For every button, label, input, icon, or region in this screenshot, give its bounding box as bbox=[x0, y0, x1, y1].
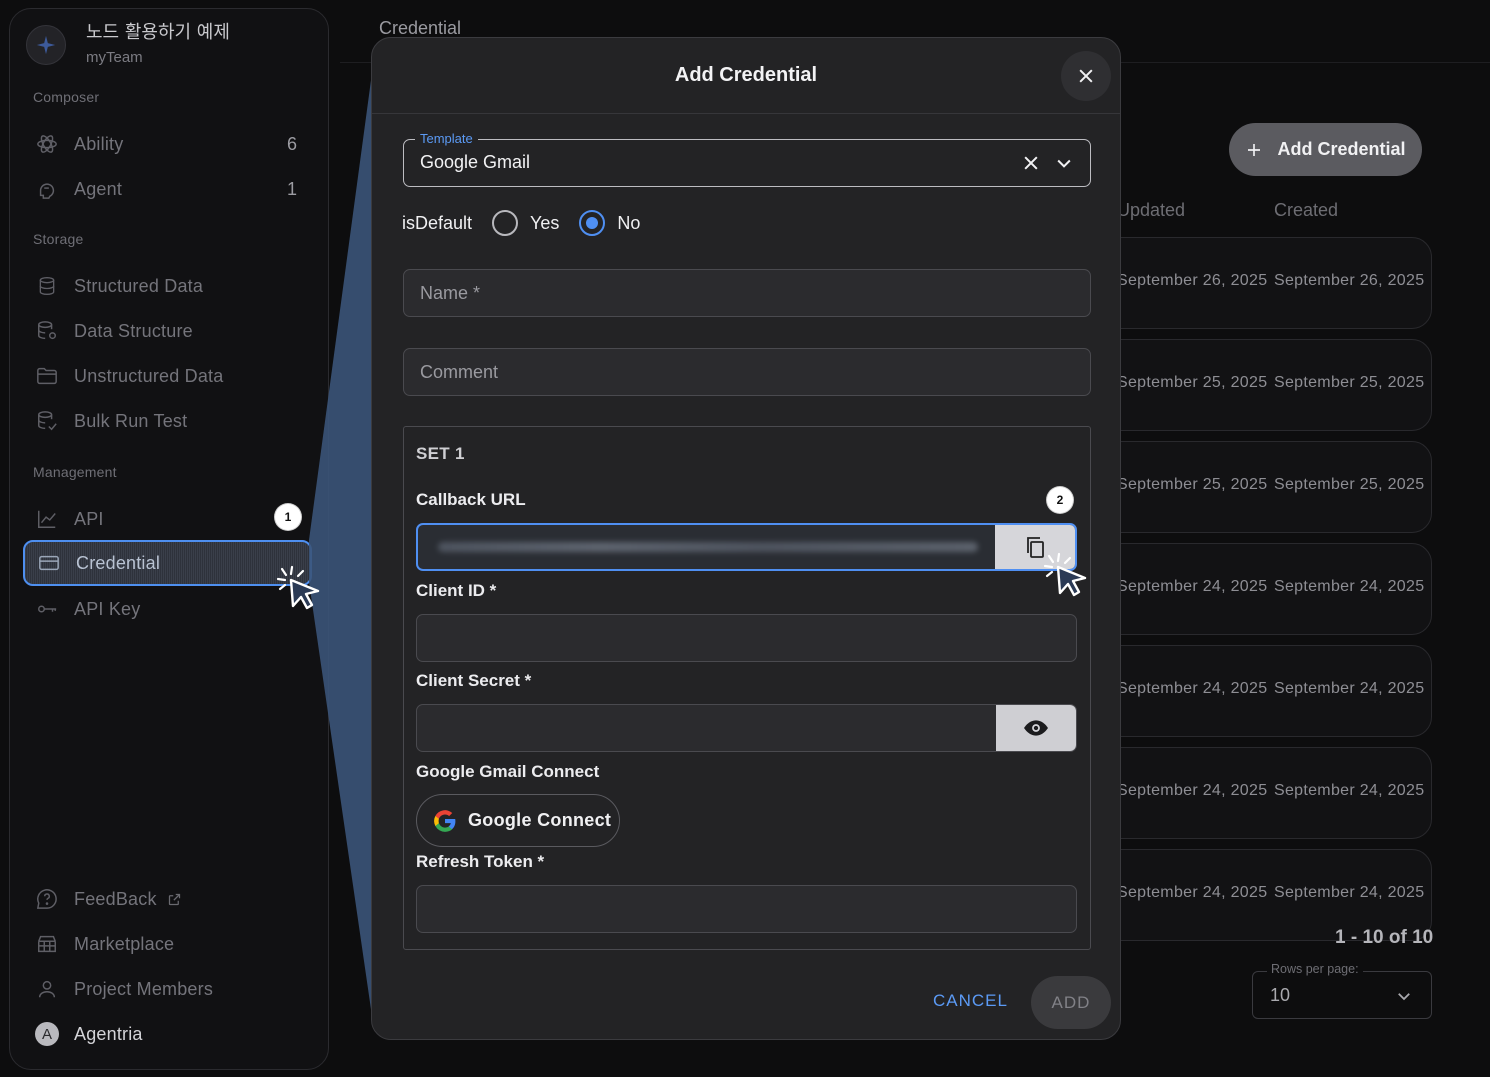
is-default-group: isDefault Yes No bbox=[402, 208, 640, 238]
client-secret-label: Client Secret * bbox=[416, 671, 532, 690]
clear-icon[interactable] bbox=[1021, 153, 1041, 173]
click-cursor-icon bbox=[276, 565, 320, 610]
comment-field[interactable]: Comment bbox=[403, 348, 1091, 396]
google-connect-label: Google Connect bbox=[468, 810, 612, 830]
cancel-button[interactable]: CANCEL bbox=[933, 991, 1008, 1011]
add-credential-dialog: Add Credential Template Google Gmail isD… bbox=[371, 37, 1121, 1040]
google-icon bbox=[434, 809, 456, 832]
dialog-divider bbox=[372, 113, 1120, 114]
template-select[interactable]: Template Google Gmail bbox=[403, 131, 1091, 187]
google-connect-button[interactable]: Google Connect bbox=[416, 794, 620, 847]
set-title: SET 1 bbox=[416, 444, 465, 463]
callback-url-value-redacted bbox=[438, 542, 978, 552]
radio-yes[interactable] bbox=[492, 210, 519, 236]
gmail-connect-label: Google Gmail Connect bbox=[416, 762, 600, 781]
dialog-title: Add Credential bbox=[674, 64, 818, 86]
refresh-token-label: Refresh Token * bbox=[416, 852, 545, 871]
template-value: Google Gmail bbox=[420, 152, 531, 172]
callback-url-field[interactable] bbox=[416, 523, 1077, 571]
credential-set-1: SET 1 Callback URL Client ID * Client Se… bbox=[403, 426, 1091, 950]
client-secret-field[interactable] bbox=[416, 704, 1077, 752]
template-label: Template bbox=[415, 131, 478, 146]
callback-url-label: Callback URL bbox=[416, 490, 526, 509]
click-cursor-icon bbox=[1043, 552, 1087, 597]
radio-yes-label[interactable]: Yes bbox=[530, 213, 559, 234]
comment-placeholder: Comment bbox=[420, 362, 499, 382]
step-badge-2: 2 bbox=[1047, 487, 1073, 513]
close-icon bbox=[1079, 69, 1093, 83]
radio-no-label[interactable]: No bbox=[617, 213, 640, 234]
chevron-down-icon[interactable] bbox=[1054, 153, 1074, 173]
close-button[interactable] bbox=[1061, 51, 1111, 101]
toggle-visibility-button[interactable] bbox=[996, 705, 1076, 751]
refresh-token-field[interactable] bbox=[416, 885, 1077, 933]
radio-no[interactable] bbox=[579, 210, 606, 236]
add-button[interactable]: ADD bbox=[1031, 976, 1111, 1029]
eye-icon bbox=[1024, 720, 1048, 736]
client-id-label: Client ID * bbox=[416, 581, 497, 600]
client-id-field[interactable] bbox=[416, 614, 1077, 662]
name-placeholder: Name * bbox=[420, 283, 481, 303]
name-field[interactable]: Name * bbox=[403, 269, 1091, 317]
is-default-label: isDefault bbox=[402, 212, 473, 233]
